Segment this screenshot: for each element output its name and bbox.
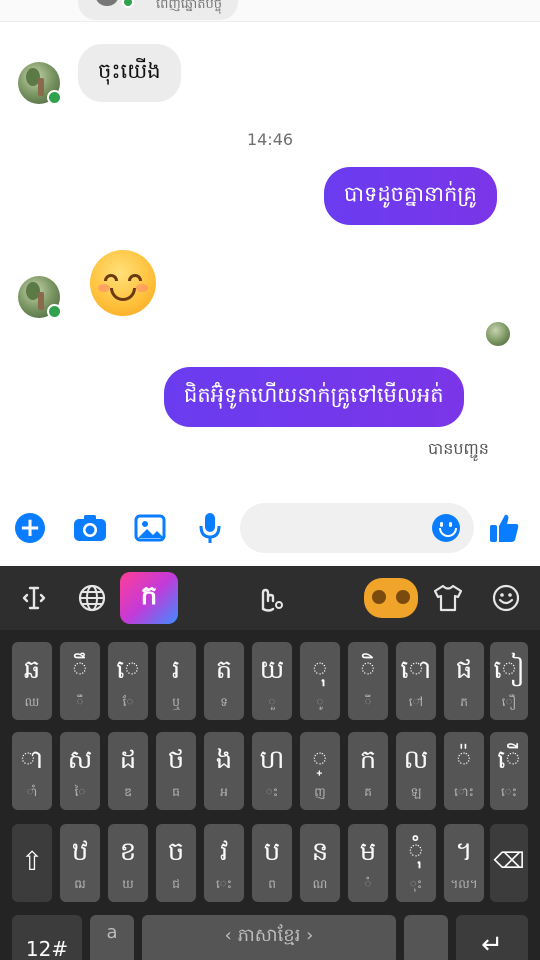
backspace-key[interactable]: ⌫: [490, 824, 528, 902]
add-icon[interactable]: +: [12, 510, 48, 546]
key[interactable]: កគ: [348, 732, 388, 810]
key[interactable]: សៃ: [60, 732, 100, 810]
gamepad-icon[interactable]: [364, 578, 418, 618]
key[interactable]: វេះ: [204, 824, 244, 902]
seen-receipt-avatar: [486, 322, 510, 346]
key[interactable]: េែ: [108, 642, 148, 720]
key[interactable]: ោៅ: [396, 642, 436, 720]
camera-icon[interactable]: [72, 510, 108, 546]
key[interactable]: [404, 915, 448, 960]
key[interactable]: ើេះ: [490, 732, 528, 810]
microphone-icon[interactable]: [192, 510, 228, 546]
key[interactable]: ៉ោះ: [444, 732, 484, 810]
space-bar[interactable]: ‹ ភាសាខ្មែរ ›: [142, 915, 396, 960]
on-screen-keyboard: ក ឆឈ ឹឺ េែ រឬ តទ យួ ុូ ិី ោៅ ផភ ៀឿ ាាំ ស…: [0, 566, 540, 960]
key[interactable]: ងអ: [204, 732, 244, 810]
key[interactable]: ុូ: [300, 642, 340, 720]
key[interactable]: លឡ: [396, 732, 436, 810]
message-timestamp: 14:46: [246, 130, 294, 149]
symbols-key[interactable]: 12#: [12, 915, 82, 960]
key[interactable]: ថធ: [156, 732, 196, 810]
online-indicator: [47, 90, 62, 105]
outgoing-message[interactable]: ជិតអ៊ុំទូកហើយនាក់គ្រូទៅមើលអត់: [164, 367, 464, 427]
key[interactable]: ុំុះ: [396, 824, 436, 902]
smiling-face-emoji-icon[interactable]: [90, 250, 156, 316]
sticker-icon[interactable]: ក: [120, 572, 178, 624]
key[interactable]: រឬ: [156, 642, 196, 720]
emoji-icon[interactable]: [488, 580, 524, 616]
key[interactable]: ឋឍ: [60, 824, 100, 902]
incoming-message[interactable]: ចុះយើង: [78, 44, 181, 102]
previous-message-fragment: ពេញឆ្នោតបច្ចុ: [0, 0, 540, 22]
key[interactable]: ខឃ: [108, 824, 148, 902]
key[interactable]: ហះ: [252, 732, 292, 810]
text-cursor-icon[interactable]: [16, 580, 52, 616]
key[interactable]: ឹឺ: [60, 642, 100, 720]
theme-shirt-icon[interactable]: [430, 580, 466, 616]
thumbs-up-icon[interactable]: [486, 510, 522, 546]
key[interactable]: ឆឈ: [12, 642, 52, 720]
key[interactable]: នណ: [300, 824, 340, 902]
message-status: បានបញ្ជូន: [428, 439, 489, 458]
globe-icon[interactable]: [74, 580, 110, 616]
key[interactable]: ្ញ: [300, 732, 340, 810]
image-icon[interactable]: [132, 510, 168, 546]
key[interactable]: ចជ: [156, 824, 196, 902]
key[interactable]: យួ: [252, 642, 292, 720]
emoji-icon[interactable]: [432, 514, 460, 542]
message-composer: +: [0, 496, 540, 562]
key[interactable]: ។។ល។: [444, 824, 484, 902]
key[interactable]: ៀឿ: [490, 642, 528, 720]
key[interactable]: តទ: [204, 642, 244, 720]
gesture-icon[interactable]: [252, 580, 288, 616]
key[interactable]: មំ: [348, 824, 388, 902]
key[interactable]: ាាំ: [12, 732, 52, 810]
key[interactable]: ដឌ: [108, 732, 148, 810]
partial-message-text: ពេញឆ្នោតបច្ចុ: [156, 0, 223, 12]
key[interactable]: ិី: [348, 642, 388, 720]
keyboard-toolbar: ក: [0, 566, 540, 630]
enter-key[interactable]: ↵: [456, 915, 528, 960]
online-indicator: [47, 304, 62, 319]
key[interactable]: បព: [252, 824, 292, 902]
shift-key[interactable]: ⇧: [12, 824, 52, 902]
key[interactable]: ផភ: [444, 642, 484, 720]
outgoing-message[interactable]: បាទដូចគ្នានាក់គ្រូ: [324, 167, 497, 225]
key[interactable]: a: [90, 915, 134, 960]
